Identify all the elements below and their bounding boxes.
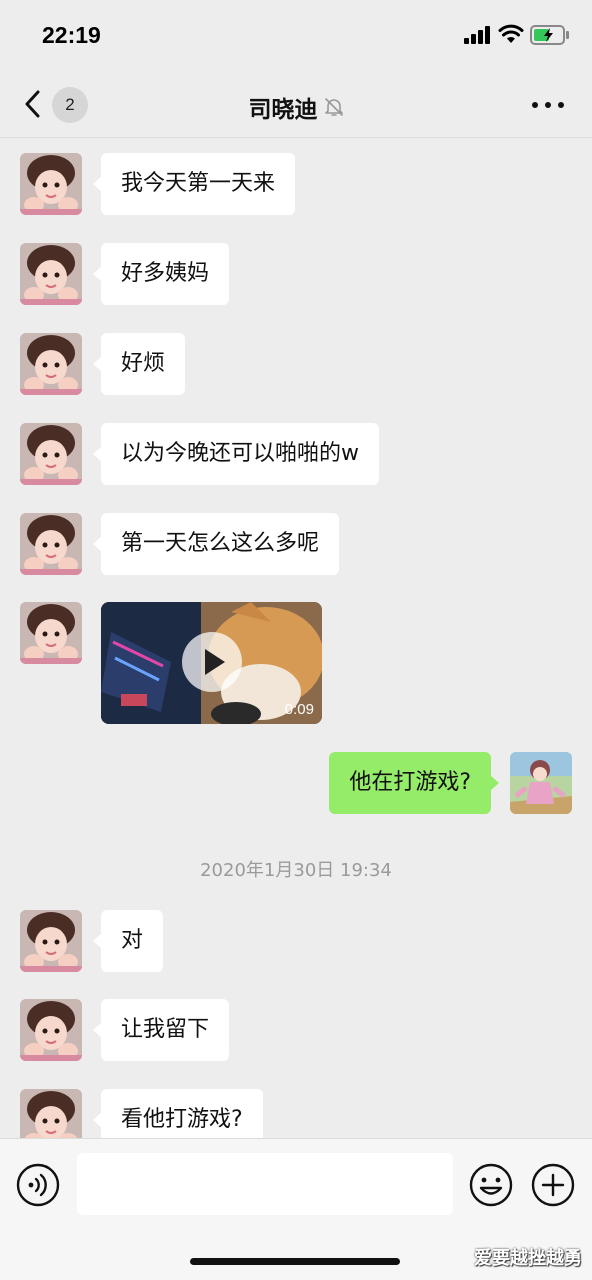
video-duration: 0:09 [284, 701, 314, 718]
play-icon[interactable] [181, 631, 243, 693]
chat-title: 司晓迪 [0, 90, 592, 124]
mute-bell-icon [324, 98, 343, 116]
message-bubble[interactable]: 对 [92, 910, 164, 972]
emoji-icon[interactable] [469, 1163, 513, 1207]
contact-avatar[interactable] [20, 333, 82, 395]
contact-avatar[interactable] [20, 910, 82, 972]
cellular-signal-icon [464, 26, 490, 44]
message-bubble[interactable]: 第一天怎么这么多呢 [92, 513, 340, 575]
more-dot-icon [545, 102, 551, 108]
contact-avatar[interactable] [20, 153, 82, 215]
home-indicator [190, 1258, 400, 1265]
battery-charging-icon [530, 25, 569, 45]
message-bubble[interactable]: 好烦 [92, 333, 186, 395]
my-avatar[interactable] [510, 752, 572, 814]
contact-avatar[interactable] [20, 243, 82, 305]
more-dot-icon [532, 102, 538, 108]
contact-avatar[interactable] [20, 513, 82, 575]
more-options-button[interactable] [528, 90, 568, 120]
message-input[interactable] [77, 1153, 453, 1215]
chat-header: 2 司晓迪 [0, 72, 592, 138]
message-bubble[interactable]: 他在打游戏? [329, 752, 499, 814]
status-bar: 22:19 [0, 0, 592, 72]
more-dot-icon [558, 102, 564, 108]
contact-avatar[interactable] [20, 602, 82, 664]
watermark: 爱要越挫越勇 [474, 1248, 582, 1269]
contact-avatar[interactable] [20, 999, 82, 1061]
voice-input-icon[interactable] [16, 1163, 60, 1207]
wifi-icon [498, 24, 524, 43]
contact-avatar[interactable] [20, 423, 82, 485]
contact-name: 司晓迪 [248, 97, 318, 123]
message-bubble[interactable]: 以为今晚还可以啪啪的w [93, 423, 379, 485]
message-timestamp: 2020年1月30日 19:34 [200, 860, 392, 881]
message-bubble[interactable]: 好多姨妈 [92, 243, 230, 305]
message-bubble[interactable]: 让我留下 [92, 999, 230, 1061]
status-time: 22:19 [42, 22, 101, 48]
plus-icon[interactable] [531, 1163, 575, 1207]
message-bubble[interactable]: 我今天第一天来 [92, 153, 296, 215]
video-message[interactable]: 0:09 [101, 602, 322, 724]
